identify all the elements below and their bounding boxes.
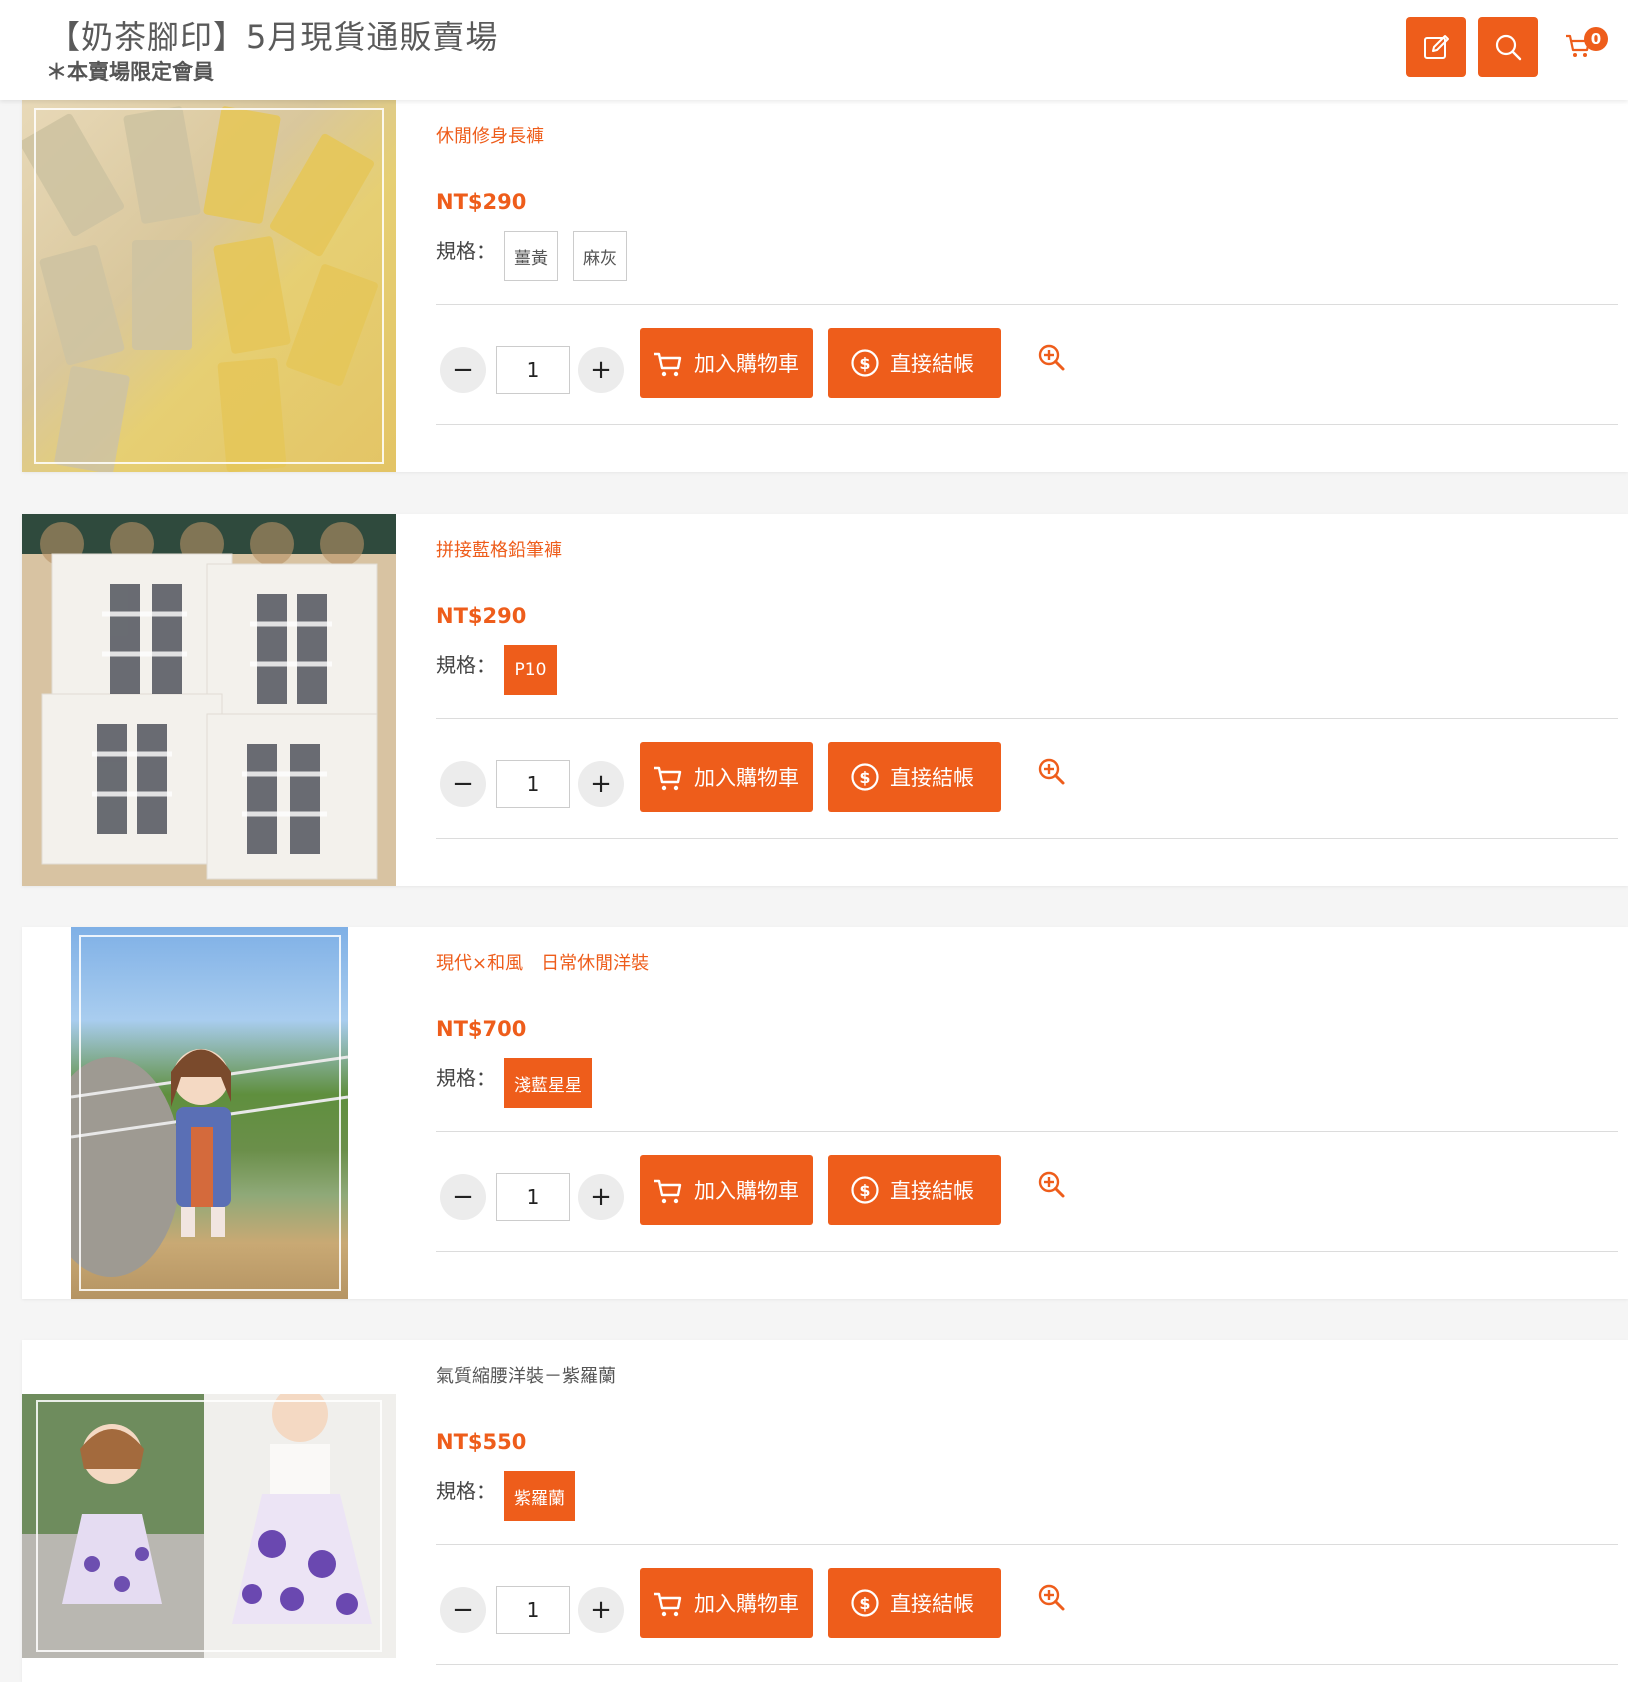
spec-option[interactable]: 薑黃 (504, 231, 558, 281)
add-to-cart-label: 加入購物車 (694, 1179, 799, 1203)
divider (436, 304, 1618, 305)
spec-label: 規格： (436, 239, 496, 263)
spec-label: 規格： (436, 1479, 496, 1503)
add-to-cart-label: 加入購物車 (694, 1592, 799, 1616)
cart-count-badge: 0 (1584, 27, 1608, 51)
add-to-cart-label: 加入購物車 (694, 352, 799, 376)
checkout-button[interactable]: $ 直接結帳 (828, 1155, 1001, 1225)
add-to-cart-button[interactable]: 加入購物車 (640, 1568, 813, 1638)
add-to-cart-label: 加入購物車 (694, 766, 799, 790)
divider (436, 718, 1618, 719)
store-subtitle: ＊本賣場限定會員 (46, 60, 214, 84)
zoom-in-icon (1038, 344, 1065, 371)
spec-option-selected[interactable]: 紫羅蘭 (504, 1471, 575, 1521)
spec-option[interactable]: 麻灰 (573, 231, 627, 281)
quantity-decrease-button[interactable]: − (440, 761, 486, 807)
cart-icon (652, 1588, 684, 1618)
divider (436, 1251, 1618, 1252)
product-card: 氣質縮腰洋裝－紫羅蘭 NT$550 規格： 紫羅蘭 − + 加入購物車 $ 直接… (22, 1340, 1628, 1682)
spec-label: 規格： (436, 1066, 496, 1090)
product-card: 拼接藍格鉛筆褲 NT$290 規格： P10 − + 加入購物車 $ 直接結帳 (22, 514, 1628, 886)
quantity-decrease-button[interactable]: − (440, 1174, 486, 1220)
dollar-icon: $ (850, 762, 880, 792)
quantity-increase-button[interactable]: + (578, 761, 624, 807)
product-price: NT$290 (436, 190, 527, 214)
product-image[interactable] (22, 514, 396, 886)
zoom-in-icon (1038, 758, 1065, 785)
checkout-label: 直接結帳 (890, 352, 974, 376)
product-price: NT$290 (436, 604, 527, 628)
product-name[interactable]: 拼接藍格鉛筆褲 (436, 536, 562, 562)
divider (436, 424, 1618, 425)
zoom-in-icon (1038, 1171, 1065, 1198)
product-card: 休閒修身長褲 NT$290 規格： 薑黃 麻灰 − + 加入購物車 $ 直接結帳 (22, 100, 1628, 472)
product-name[interactable]: 氣質縮腰洋裝－紫羅蘭 (436, 1362, 616, 1388)
store-title: 【奶茶腳印】5月現貨通販賣場 (48, 18, 499, 56)
zoom-button[interactable] (1037, 757, 1067, 787)
quantity-input[interactable] (496, 1586, 570, 1634)
search-icon (1495, 34, 1522, 61)
cart-icon (652, 348, 684, 378)
add-to-cart-button[interactable]: 加入購物車 (640, 742, 813, 812)
edit-icon (1424, 35, 1449, 59)
checkout-button[interactable]: $ 直接結帳 (828, 328, 1001, 398)
checkout-button[interactable]: $ 直接結帳 (828, 742, 1001, 812)
divider (436, 1664, 1618, 1665)
search-button[interactable] (1478, 17, 1538, 77)
spec-option-selected[interactable]: 淺藍星星 (504, 1058, 592, 1108)
product-image[interactable] (22, 1394, 396, 1658)
svg-text:$: $ (859, 1181, 870, 1200)
svg-text:$: $ (859, 768, 870, 787)
cart-icon (652, 1175, 684, 1205)
product-card: 現代×和風 日常休閒洋裝 NT$700 規格： 淺藍星星 − + 加入購物車 $… (22, 927, 1628, 1299)
zoom-button[interactable] (1037, 1170, 1067, 1200)
quantity-input[interactable] (496, 760, 570, 808)
product-image[interactable] (22, 100, 396, 472)
edit-button[interactable] (1406, 17, 1466, 77)
checkout-label: 直接結帳 (890, 1592, 974, 1616)
checkout-label: 直接結帳 (890, 1179, 974, 1203)
dollar-icon: $ (850, 348, 880, 378)
product-name[interactable]: 休閒修身長褲 (436, 122, 544, 148)
quantity-decrease-button[interactable]: − (440, 347, 486, 393)
quantity-increase-button[interactable]: + (578, 1174, 624, 1220)
pants-photo (22, 514, 396, 880)
zoom-button[interactable] (1037, 1583, 1067, 1613)
product-image[interactable] (71, 927, 348, 1299)
product-price: NT$550 (436, 1430, 527, 1454)
dollar-icon: $ (850, 1588, 880, 1618)
svg-text:$: $ (859, 1594, 870, 1613)
divider (436, 838, 1618, 839)
quantity-decrease-button[interactable]: − (440, 1587, 486, 1633)
quantity-input[interactable] (496, 346, 570, 394)
add-to-cart-button[interactable]: 加入購物車 (640, 1155, 813, 1225)
add-to-cart-button[interactable]: 加入購物車 (640, 328, 813, 398)
product-name[interactable]: 現代×和風 日常休閒洋裝 (436, 949, 649, 975)
checkout-label: 直接結帳 (890, 766, 974, 790)
quantity-increase-button[interactable]: + (578, 347, 624, 393)
quantity-input[interactable] (496, 1173, 570, 1221)
dollar-icon: $ (850, 1175, 880, 1205)
spec-option-selected[interactable]: P10 (504, 645, 557, 695)
cart-icon (652, 762, 684, 792)
zoom-button[interactable] (1037, 343, 1067, 373)
spec-label: 規格： (436, 653, 496, 677)
svg-text:$: $ (859, 354, 870, 373)
site-header: 【奶茶腳印】5月現貨通販賣場 ＊本賣場限定會員 0 (0, 0, 1628, 100)
divider (436, 1544, 1618, 1545)
divider (436, 1131, 1618, 1132)
quantity-increase-button[interactable]: + (578, 1587, 624, 1633)
checkout-button[interactable]: $ 直接結帳 (828, 1568, 1001, 1638)
product-price: NT$700 (436, 1017, 527, 1041)
zoom-in-icon (1038, 1584, 1065, 1611)
